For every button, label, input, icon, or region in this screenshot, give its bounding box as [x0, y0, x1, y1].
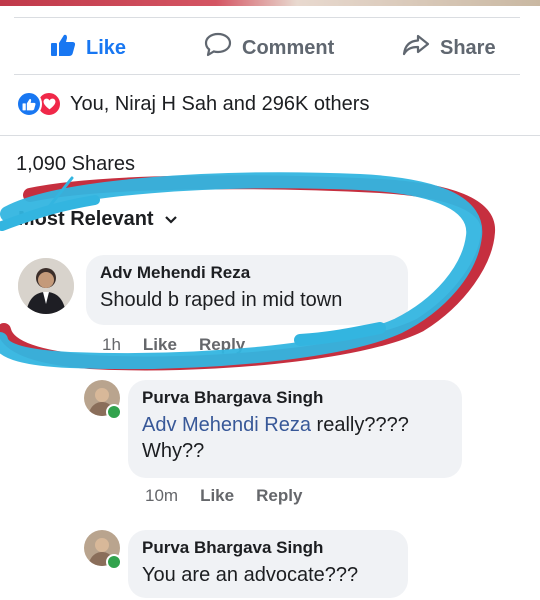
- comment-reply-button[interactable]: Reply: [199, 335, 245, 355]
- reply-bubble: Purva Bhargava Singh You are an advocate…: [128, 530, 408, 598]
- divider: [14, 17, 520, 18]
- reply-author[interactable]: Purva Bhargava Singh: [142, 388, 448, 408]
- comment-bubble-icon: [204, 32, 232, 64]
- reaction-summary-text: You, Niraj H Sah and 296K others: [70, 92, 370, 115]
- share-button-label: Share: [440, 36, 496, 59]
- like-button[interactable]: Like: [50, 28, 126, 68]
- chevron-down-icon: [164, 208, 178, 231]
- reaction-summary[interactable]: You, Niraj H Sah and 296K others: [16, 91, 369, 117]
- reply-text: You are an advocate???: [142, 564, 359, 586]
- like-reaction-icon: [16, 91, 42, 117]
- comment-button[interactable]: Comment: [204, 28, 334, 68]
- online-status-indicator: [106, 404, 122, 420]
- like-button-label: Like: [86, 36, 127, 59]
- comment-author[interactable]: Adv Mehendi Reza: [100, 263, 394, 283]
- comment-sort-label: Most Relevant: [18, 208, 154, 230]
- comment-meta: 1h Like Reply: [102, 335, 245, 355]
- share-button[interactable]: Share: [402, 28, 496, 68]
- share-arrow-icon: [402, 33, 430, 63]
- thumbs-up-icon: [50, 33, 76, 63]
- reply-timestamp: 10m: [145, 486, 179, 505]
- comment-bubble: Adv Mehendi Reza Should b raped in mid t…: [86, 255, 408, 325]
- divider: [0, 135, 540, 136]
- avatar[interactable]: [18, 258, 74, 314]
- post-actions-bar: Like Comment Share: [0, 28, 540, 68]
- comment-text: Should b raped in mid town: [100, 289, 343, 311]
- reply-meta: 10m Like Reply: [145, 486, 302, 506]
- divider: [14, 74, 520, 75]
- reply-text: Adv Mehendi Reza really???? Why??: [142, 414, 409, 462]
- online-status-indicator: [106, 554, 122, 570]
- comment-button-label: Comment: [242, 36, 335, 59]
- comment-like-button[interactable]: Like: [143, 335, 177, 355]
- shares-count[interactable]: 1,090 Shares: [16, 153, 135, 176]
- reply-bubble: Purva Bhargava Singh Adv Mehendi Reza re…: [128, 380, 462, 478]
- post-photo-edge: [0, 0, 540, 6]
- reply-reply-button[interactable]: Reply: [256, 486, 302, 506]
- reply-like-button[interactable]: Like: [200, 486, 234, 506]
- comment-sort-dropdown[interactable]: Most Relevant: [18, 208, 178, 231]
- mention-link[interactable]: Adv Mehendi Reza: [142, 414, 311, 436]
- comment-timestamp: 1h: [102, 335, 121, 354]
- reply-author[interactable]: Purva Bhargava Singh: [142, 538, 394, 558]
